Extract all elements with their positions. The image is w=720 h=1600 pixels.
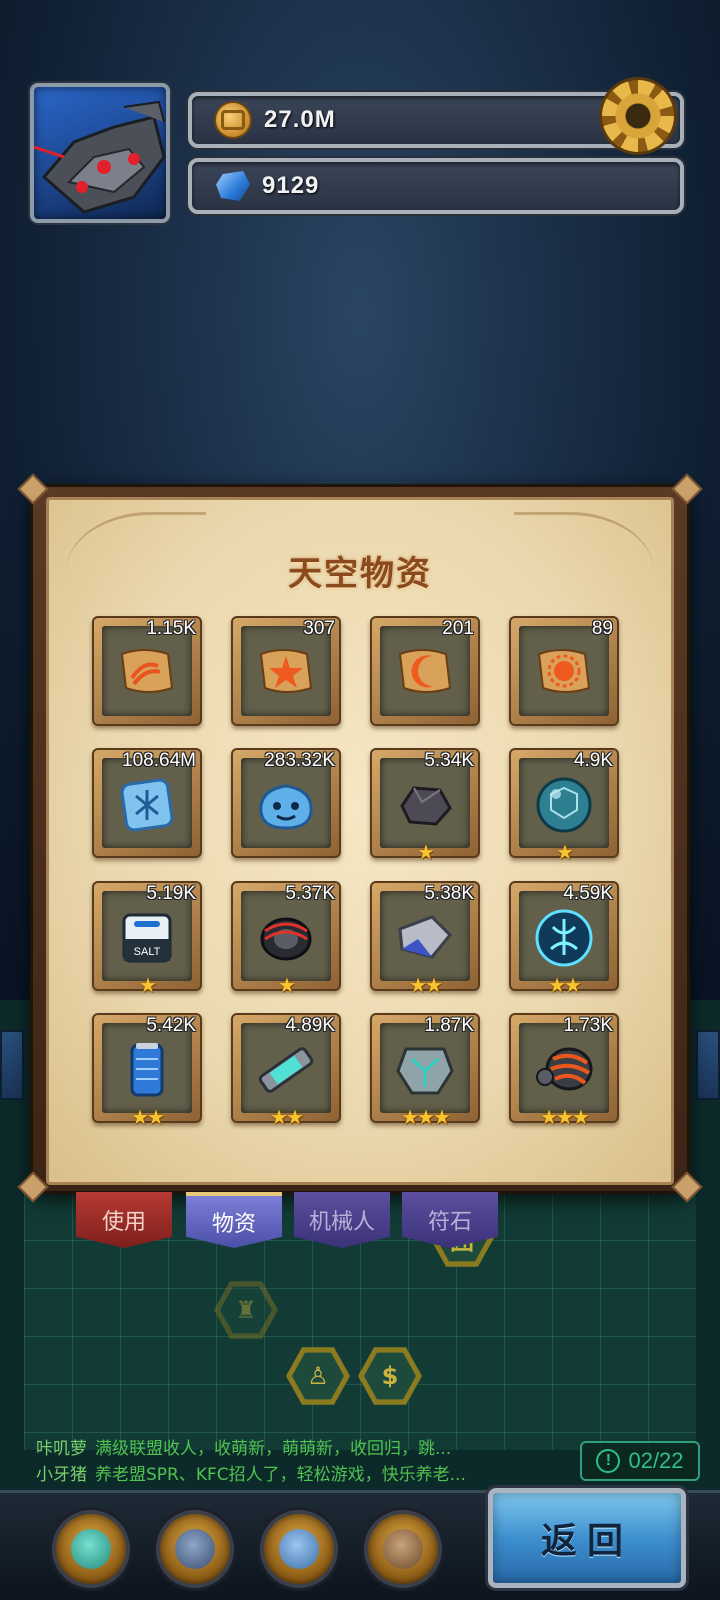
alert-icon: ! bbox=[596, 1449, 621, 1473]
svg-text:SALT: SALT bbox=[134, 946, 161, 958]
scroll-wave-icon bbox=[114, 640, 180, 706]
chat-sender: 小牙猪 bbox=[36, 1465, 87, 1485]
item-count: 5.42K bbox=[146, 1015, 196, 1036]
star-rating: ★★ bbox=[131, 1105, 165, 1129]
tab-robots[interactable]: 机械人 bbox=[294, 1192, 390, 1248]
robot-portrait-icon bbox=[34, 100, 166, 214]
scroll-star-icon bbox=[253, 640, 319, 706]
panel-title: 天空物资 bbox=[288, 554, 432, 594]
gem-icon bbox=[216, 171, 250, 201]
star-rating: ★★ bbox=[270, 1105, 304, 1129]
tab-use[interactable]: 使用 bbox=[76, 1192, 172, 1248]
item-count: 1.73K bbox=[563, 1015, 613, 1036]
inventory-slot[interactable]: 5.37K ★ bbox=[231, 881, 341, 997]
star-rating: ★★ bbox=[548, 973, 582, 997]
trophy-icon: ♜ bbox=[220, 1286, 272, 1334]
nav-slime-button[interactable] bbox=[52, 1510, 130, 1588]
gem-bar: 9129 bbox=[188, 158, 684, 214]
bag-icon bbox=[383, 1529, 423, 1569]
chat-message: 满级联盟收人，收萌新，萌萌新，收回归，跳... bbox=[95, 1439, 452, 1459]
blue-slime-icon bbox=[253, 772, 319, 838]
nav-rocket-button[interactable] bbox=[260, 1510, 338, 1588]
drill-shell-icon bbox=[531, 1037, 597, 1103]
task-counter-value: 02/22 bbox=[628, 1448, 684, 1473]
robot-icon: ♙ bbox=[292, 1352, 344, 1400]
star-rating: ★★★ bbox=[401, 1105, 451, 1129]
star-rating: ★★★ bbox=[540, 1105, 590, 1129]
inventory-slot[interactable]: 1.87K ★★★ bbox=[370, 1013, 480, 1129]
task-counter[interactable]: ! 02/22 bbox=[580, 1441, 700, 1481]
inventory-slot[interactable]: 89 bbox=[509, 616, 619, 726]
dollar-icon: $ bbox=[364, 1352, 416, 1400]
inventory-slot[interactable]: 201 bbox=[370, 616, 480, 726]
item-count: 4.59K bbox=[563, 883, 613, 904]
inventory-slot[interactable]: 307 bbox=[231, 616, 341, 726]
chat-line: 咔叽萝 满级联盟收人，收萌新，萌萌新，收回归，跳... bbox=[36, 1436, 496, 1462]
inventory-slot[interactable]: 283.32K bbox=[231, 748, 341, 858]
star-rating: ★ bbox=[278, 973, 296, 997]
item-count: 4.89K bbox=[285, 1015, 335, 1036]
item-count: 4.9K bbox=[573, 750, 613, 771]
gem-amount: 9129 bbox=[262, 172, 320, 199]
salt-battery-icon: SALT bbox=[114, 905, 180, 971]
chat-feed[interactable]: 咔叽萝 满级联盟收人，收萌新，萌萌新，收回归，跳... 小牙猪 养老盟SPR、KFC… bbox=[36, 1436, 496, 1488]
inventory-slot[interactable]: 1.73K ★★★ bbox=[509, 1013, 619, 1129]
metal-bracket-icon bbox=[392, 905, 458, 971]
back-button[interactable]: 返回 bbox=[488, 1488, 686, 1588]
item-count: 5.37K bbox=[285, 883, 335, 904]
coin-amount: 27.0M bbox=[264, 106, 336, 133]
item-count: 5.34K bbox=[424, 750, 474, 771]
blue-canister-icon bbox=[114, 1037, 180, 1103]
player-avatar[interactable] bbox=[30, 83, 170, 223]
teal-orb-icon bbox=[531, 772, 597, 838]
chat-line: 小牙猪 养老盟SPR、KFC招人了，轻松游戏，快乐养老... bbox=[36, 1462, 496, 1488]
star-rating: ★ bbox=[417, 840, 435, 864]
item-count: 108.64M bbox=[122, 750, 196, 771]
coil-magnet-icon bbox=[253, 905, 319, 971]
coin-icon bbox=[214, 101, 252, 139]
tab-materials[interactable]: 物资 bbox=[186, 1192, 282, 1248]
energy-tube-icon bbox=[253, 1037, 319, 1103]
inventory-slot[interactable]: 5.38K ★★ bbox=[370, 881, 480, 997]
rocket-icon bbox=[279, 1529, 319, 1569]
item-count: 5.38K bbox=[424, 883, 474, 904]
right-side-rail bbox=[696, 1030, 720, 1100]
inventory-slot[interactable]: 5.42K ★★ bbox=[92, 1013, 202, 1129]
slime-icon bbox=[71, 1529, 111, 1569]
scroll-sun-icon bbox=[531, 640, 597, 706]
inventory-slot[interactable]: 1.15K bbox=[92, 616, 202, 726]
base-icon bbox=[175, 1529, 215, 1569]
armor-plate-icon bbox=[392, 1037, 458, 1103]
inventory-slot[interactable]: 4.59K ★★ bbox=[509, 881, 619, 997]
star-rating: ★ bbox=[556, 840, 574, 864]
nav-base-button[interactable] bbox=[156, 1510, 234, 1588]
star-rating: ★★ bbox=[409, 973, 443, 997]
settings-gear-icon[interactable] bbox=[602, 80, 674, 152]
crystal-rune-icon bbox=[114, 772, 180, 838]
nav-bag-button[interactable] bbox=[364, 1510, 442, 1588]
left-side-rail bbox=[0, 1030, 24, 1100]
star-rating: ★ bbox=[139, 973, 157, 997]
inventory-slot[interactable]: 4.89K ★★ bbox=[231, 1013, 341, 1129]
item-count: 89 bbox=[591, 618, 613, 639]
scroll-moon-icon bbox=[392, 640, 458, 706]
item-count: 201 bbox=[442, 618, 474, 639]
item-count: 5.19K bbox=[146, 883, 196, 904]
item-count: 283.32K bbox=[264, 750, 335, 771]
rock-ore-icon bbox=[392, 772, 458, 838]
inventory-slot[interactable]: 4.9K ★ bbox=[509, 748, 619, 864]
item-count: 307 bbox=[303, 618, 335, 639]
chat-message: 养老盟SPR、KFC招人了，轻松游戏，快乐养老... bbox=[95, 1465, 466, 1485]
inventory-slot[interactable]: SALT 5.19K ★ bbox=[92, 881, 202, 997]
energy-sphere-icon bbox=[531, 905, 597, 971]
item-count: 1.87K bbox=[424, 1015, 474, 1036]
inventory-slot[interactable]: 5.34K ★ bbox=[370, 748, 480, 864]
item-count: 1.15K bbox=[146, 618, 196, 639]
tab-runestones[interactable]: 符石 bbox=[402, 1192, 498, 1248]
inventory-slot[interactable]: 108.64M bbox=[92, 748, 202, 858]
chat-sender: 咔叽萝 bbox=[36, 1439, 87, 1459]
